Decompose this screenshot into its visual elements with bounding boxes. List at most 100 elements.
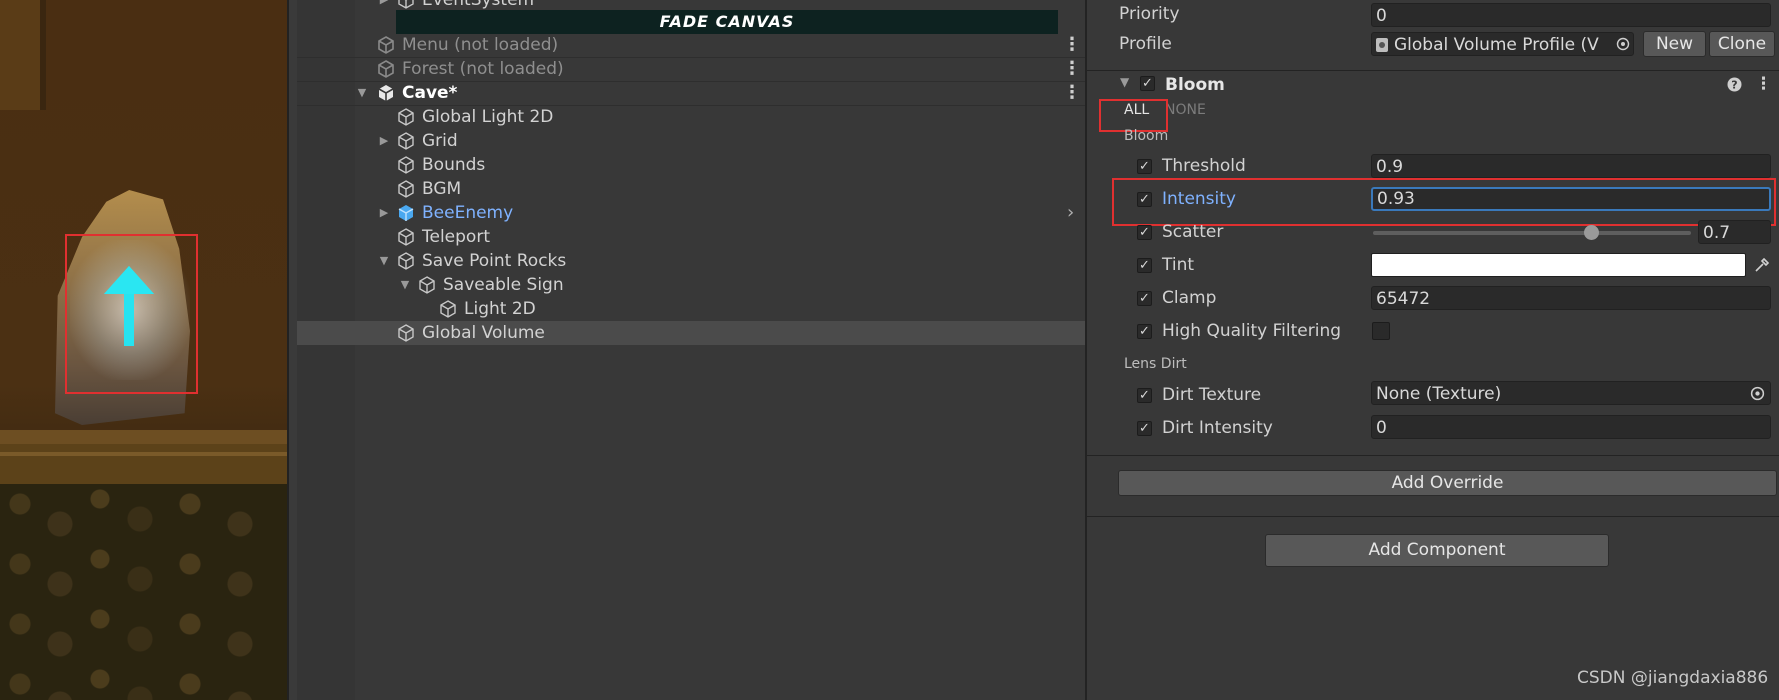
scene-ground-detail (0, 452, 297, 456)
foldout-arrow-icon[interactable]: ▼ (356, 81, 368, 105)
hq-filtering-label: High Quality Filtering (1162, 321, 1342, 341)
clamp-label: Clamp (1162, 288, 1217, 308)
hierarchy-item-label: Light 2D (464, 299, 536, 319)
tint-override-checkbox[interactable]: ✓ (1137, 258, 1152, 273)
hierarchy-item-label: Global Light 2D (422, 107, 554, 127)
hierarchy-item-fade-canvas[interactable]: FADE CANVAS (396, 10, 1058, 34)
hierarchy-item-label: Grid (422, 131, 458, 151)
gameobject-cube-icon (398, 0, 414, 9)
hierarchy-item-saveable-sign[interactable]: ▼ Saveable Sign (297, 273, 1085, 297)
hierarchy-item-label: Bounds (422, 155, 486, 175)
scene-ground (0, 444, 297, 484)
hierarchy-item-label: Save Point Rocks (422, 251, 567, 271)
bloom-title: Bloom (1165, 75, 1225, 95)
kebab-menu-icon[interactable]: ⋮ (1063, 81, 1081, 105)
scatter-override-checkbox[interactable]: ✓ (1137, 225, 1152, 240)
component-menu-icon[interactable]: ⋮ (1755, 74, 1772, 94)
threshold-label: Threshold (1162, 156, 1246, 176)
hierarchy-item-grid[interactable]: ▶ Grid (297, 129, 1085, 153)
hierarchy-item-label: Saveable Sign (443, 275, 564, 295)
bloom-enabled-checkbox[interactable]: ✓ (1140, 76, 1155, 91)
scatter-field[interactable]: 0.7 (1698, 220, 1771, 244)
scene-view[interactable] (0, 0, 297, 700)
help-icon[interactable]: ? (1727, 77, 1742, 92)
foldout-arrow-icon[interactable]: ▶ (378, 129, 390, 153)
hierarchy-item-label: Teleport (422, 227, 490, 247)
none-toggle-button[interactable]: NONE (1165, 102, 1206, 118)
kebab-menu-icon[interactable]: ⋮ (1063, 33, 1081, 57)
hierarchy-item-global-volume[interactable]: Global Volume (297, 321, 1085, 345)
watermark: CSDN @jiangdaxia886 (1577, 668, 1769, 688)
hierarchy-item-label: BGM (422, 179, 462, 199)
panel-divider[interactable] (287, 0, 297, 700)
volume-profile-asset-icon (1376, 38, 1388, 52)
scatter-label: Scatter (1162, 222, 1224, 242)
new-profile-button[interactable]: New (1643, 31, 1706, 57)
hq-filtering-toggle[interactable] (1372, 322, 1390, 340)
hierarchy-scene-menu[interactable]: Menu (not loaded) ⋮ (297, 33, 1085, 58)
dirt-texture-override-checkbox[interactable]: ✓ (1137, 388, 1152, 403)
add-override-button[interactable]: Add Override (1118, 470, 1777, 496)
foldout-arrow-icon[interactable]: ▶ (378, 0, 390, 12)
tint-label: Tint (1162, 255, 1195, 275)
profile-label: Profile (1119, 34, 1172, 54)
gameobject-cube-icon (398, 108, 414, 126)
prefab-cube-icon (398, 205, 414, 221)
threshold-override-checkbox[interactable]: ✓ (1137, 159, 1152, 174)
object-picker-icon[interactable] (1750, 386, 1765, 401)
gameobject-cube-icon (398, 156, 414, 174)
priority-field[interactable]: 0 (1371, 3, 1771, 27)
dirt-intensity-label: Dirt Intensity (1162, 418, 1273, 438)
clamp-override-checkbox[interactable]: ✓ (1137, 291, 1152, 306)
hierarchy-item-bgm[interactable]: BGM (297, 177, 1085, 201)
threshold-field[interactable]: 0.9 (1371, 154, 1771, 178)
section-separator (1087, 455, 1779, 456)
unity-scene-icon (378, 60, 394, 78)
gameobject-cube-icon (419, 276, 435, 294)
dirt-texture-field[interactable]: None (Texture) (1371, 381, 1771, 405)
hierarchy-item-label: BeeEnemy (422, 203, 514, 223)
foldout-arrow-icon[interactable]: ▼ (399, 273, 411, 297)
hierarchy-item-label: Global Volume (422, 323, 545, 343)
inspector-panel[interactable]: Priority 0 Profile Global Volume Profile… (1085, 0, 1779, 700)
sign-highlight-box (65, 234, 198, 394)
intensity-highlight-box (1112, 178, 1776, 226)
gameobject-cube-icon (398, 132, 414, 150)
hierarchy-item-label: Cave* (402, 83, 458, 103)
hierarchy-item-teleport[interactable]: Teleport (297, 225, 1085, 249)
hierarchy-item-save-point-rocks[interactable]: ▼ Save Point Rocks (297, 249, 1085, 273)
hierarchy-item-beeenemy[interactable]: ▶ BeeEnemy (297, 201, 1085, 225)
hq-filtering-override-checkbox[interactable]: ✓ (1137, 324, 1152, 339)
foldout-arrow-icon[interactable]: ▼ (378, 249, 390, 273)
dirt-intensity-override-checkbox[interactable]: ✓ (1137, 421, 1152, 436)
scene-dirt (0, 484, 297, 700)
chevron-right-icon[interactable]: › (1067, 202, 1074, 223)
profile-object-field[interactable]: Global Volume Profile (V (1371, 32, 1634, 56)
foldout-arrow-icon[interactable]: ▶ (378, 201, 390, 225)
gameobject-cube-icon (440, 300, 456, 318)
hierarchy-scene-forest[interactable]: Forest (not loaded) ⋮ (297, 57, 1085, 82)
hierarchy-item-label: Forest (not loaded) (402, 59, 564, 79)
scatter-slider-knob[interactable] (1584, 225, 1599, 240)
collapse-arrow-icon[interactable]: ▼ (1120, 75, 1129, 89)
add-component-button[interactable]: Add Component (1265, 534, 1609, 567)
hierarchy-item-bounds[interactable]: Bounds (297, 153, 1085, 177)
hierarchy-panel[interactable]: ▶ EventSystem FADE CANVAS Menu (not load… (297, 0, 1085, 700)
clone-profile-button[interactable]: Clone (1709, 31, 1775, 57)
clamp-field[interactable]: 65472 (1371, 286, 1771, 310)
gameobject-cube-icon (398, 180, 414, 198)
kebab-menu-icon[interactable]: ⋮ (1063, 57, 1081, 81)
dirt-intensity-field[interactable]: 0 (1371, 415, 1771, 439)
scatter-slider-track[interactable] (1373, 231, 1691, 235)
hierarchy-item-global-light-2d[interactable]: Global Light 2D (297, 105, 1085, 129)
scene-ground-edge (0, 430, 297, 444)
hierarchy-scene-cave[interactable]: ▼ Cave* ⋮ (297, 81, 1085, 106)
eyedropper-icon[interactable] (1753, 256, 1771, 274)
gameobject-cube-icon (398, 324, 414, 342)
object-picker-icon[interactable] (1616, 37, 1630, 51)
hierarchy-item-label: Menu (not loaded) (402, 35, 559, 55)
hierarchy-item-light-2d[interactable]: Light 2D (297, 297, 1085, 321)
tint-color-field[interactable] (1371, 253, 1746, 277)
bloom-section-header: Bloom (1124, 128, 1169, 144)
unity-scene-icon (378, 85, 394, 101)
